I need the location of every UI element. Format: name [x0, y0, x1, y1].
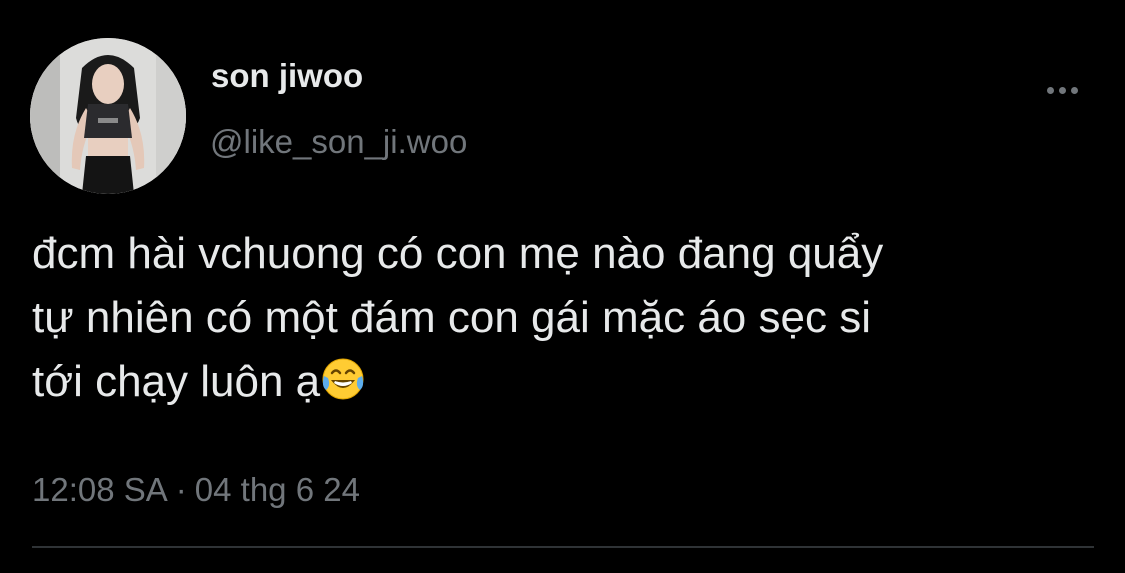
more-icon-dot — [1058, 86, 1066, 94]
more-options-button[interactable] — [1034, 74, 1090, 106]
timestamp-separator: · — [175, 471, 187, 508]
avatar[interactable] — [30, 38, 186, 194]
tweet-text-line: tự nhiên có một đám con gái mặc áo sẹc s… — [32, 293, 871, 342]
tweet-timestamp[interactable]: 12:08 SA · 04 thg 6 24 — [32, 468, 360, 512]
tweet-text-line: đcm hài vchuong có con mẹ nào đang quẩy — [32, 229, 884, 278]
avatar-photo — [30, 38, 186, 194]
tweet-text: đcm hài vchuong có con mẹ nào đang quẩy … — [32, 222, 1102, 414]
face-with-tears-of-joy-icon — [322, 358, 364, 400]
user-handle[interactable]: @like_son_ji.woo — [210, 122, 467, 162]
divider — [32, 546, 1094, 548]
display-name[interactable]: son jiwoo — [211, 56, 363, 96]
more-icon-dot — [1046, 86, 1054, 94]
more-icon-dot — [1070, 86, 1078, 94]
tweet-time: 12:08 SA — [32, 471, 168, 508]
tweet-text-line: tới chạy luôn ạ — [32, 357, 321, 406]
tweet-card: son jiwoo @like_son_ji.woo đcm hài vchuo… — [0, 0, 1125, 573]
tweet-date: 04 thg 6 24 — [194, 471, 360, 508]
